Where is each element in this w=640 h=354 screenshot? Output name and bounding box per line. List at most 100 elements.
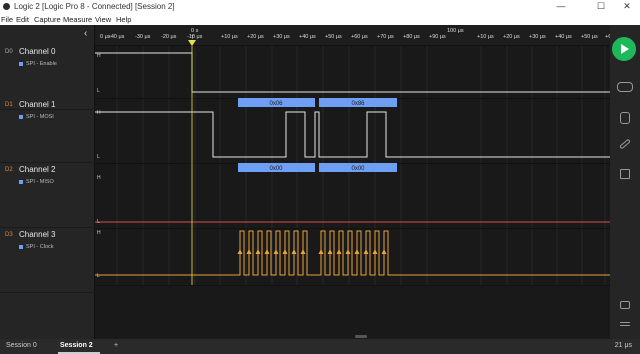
channel-number: D3 xyxy=(5,232,13,238)
analyzer-dot-icon xyxy=(19,114,23,119)
analyzer-dot-icon xyxy=(19,179,23,184)
analyzer-dot-icon xyxy=(19,61,23,66)
close-button[interactable]: ✕ xyxy=(616,0,638,13)
channel-row-1[interactable]: D1 Channel 1 SPI - MOSI xyxy=(0,98,95,163)
channel-1-waveform xyxy=(95,111,610,158)
high-label: H xyxy=(97,110,101,116)
high-label: H xyxy=(97,53,101,59)
title-bar: Logic 2 [Logic Pro 8 - Connected] [Sessi… xyxy=(0,0,640,13)
menu-icon-line xyxy=(620,325,630,326)
menu-view[interactable]: View xyxy=(95,15,111,24)
channel-name[interactable]: Channel 2 xyxy=(19,165,55,174)
clock-edge-marker-icon xyxy=(291,249,297,254)
menu-measure[interactable]: Measure xyxy=(63,15,92,24)
menu-capture[interactable]: Capture xyxy=(34,15,61,24)
app-icon xyxy=(3,3,10,10)
clock-edge-marker-icon xyxy=(273,249,279,254)
clock-edge-marker-icon xyxy=(300,249,306,254)
high-label: H xyxy=(97,175,101,181)
tick-label: +20 μs xyxy=(247,34,264,40)
clock-edge-marker-icon xyxy=(237,249,243,254)
low-label: L xyxy=(97,88,100,94)
tab-session-2[interactable]: Session 2 xyxy=(60,342,93,349)
collapse-sidebar-icon[interactable]: ‹ xyxy=(84,28,87,39)
channel-number: D1 xyxy=(5,102,13,108)
tick-label: +40 μs xyxy=(299,34,316,40)
channel-name[interactable]: Channel 0 xyxy=(19,47,55,56)
clock-edge-marker-icon xyxy=(381,249,387,254)
channel-name[interactable]: Channel 1 xyxy=(19,100,55,109)
tick-label: -20 μs xyxy=(161,34,177,40)
clock-edge-marker-icon xyxy=(336,249,342,254)
zoom-level: 21 μs xyxy=(614,342,632,349)
app-body: ‹ D0 Channel 0 SPI - Enable D1 Channel 1… xyxy=(0,25,640,354)
clock-edge-marker-icon xyxy=(282,249,288,254)
menu-icon[interactable] xyxy=(620,322,630,323)
analyzers-icon[interactable] xyxy=(620,112,630,124)
zero-time-label: 0 s xyxy=(191,28,199,34)
start-capture-button[interactable] xyxy=(612,37,636,61)
channel-number: D2 xyxy=(5,167,13,173)
channel-sidebar: ‹ D0 Channel 0 SPI - Enable D1 Channel 1… xyxy=(0,25,95,339)
menu-file[interactable]: File xyxy=(1,15,13,24)
tab-session-0[interactable]: Session 0 xyxy=(6,342,37,349)
clock-edge-marker-icon xyxy=(345,249,351,254)
tick-label: +90 μs xyxy=(429,34,446,40)
lane-separator xyxy=(95,285,610,286)
decoder-value: 0x00 xyxy=(351,166,365,172)
tick-label: -10 μs xyxy=(187,34,203,40)
tick-label: +50 μs xyxy=(581,34,598,40)
tick-label: +60 μs xyxy=(351,34,368,40)
analyzer-label: SPI - MOSI xyxy=(19,114,54,120)
analyzer-label: SPI - MISO xyxy=(19,179,54,185)
high-label: H xyxy=(97,230,101,236)
tick-label: +50 μs xyxy=(325,34,342,40)
extensions-icon[interactable] xyxy=(620,169,630,179)
channel-row-3[interactable]: D3 Channel 3 SPI - Clock xyxy=(0,228,95,293)
waveform-canvas[interactable]: -40 μs -30 μs -20 μs -10 μs +10 μs +20 μs +30 … xyxy=(95,25,614,339)
waveform-view[interactable]: -40 μs -30 μs -20 μs -10 μs +10 μs +20 μs +30 … xyxy=(95,25,614,339)
tick-label: +30 μs xyxy=(273,34,290,40)
tick-label: -40 μs xyxy=(109,34,125,40)
clock-edge-markers xyxy=(237,249,387,254)
tick-label: +30 μs xyxy=(529,34,546,40)
upper-time-label: 100 μs xyxy=(447,28,464,34)
lane-separator xyxy=(95,228,610,229)
decoder-value: 0x06 xyxy=(269,101,283,107)
measure-icon[interactable] xyxy=(619,138,631,150)
low-label: L xyxy=(97,273,100,279)
clock-edge-marker-icon xyxy=(372,249,378,254)
clock-edge-marker-icon xyxy=(363,249,369,254)
session-tab-bar: Session 0 Session 2 + 21 μs xyxy=(0,339,640,354)
channel-name[interactable]: Channel 3 xyxy=(19,230,55,239)
low-label: L xyxy=(97,154,100,160)
tick-label: -30 μs xyxy=(135,34,151,40)
minimize-button[interactable]: — xyxy=(550,0,572,13)
decoder-value: 0x86 xyxy=(351,101,365,107)
window-title: Logic 2 [Logic Pro 8 - Connected] [Sessi… xyxy=(14,2,175,11)
notes-icon[interactable] xyxy=(620,301,630,309)
analyzer-dot-icon xyxy=(19,244,23,249)
channel-number: D0 xyxy=(5,49,13,55)
clock-edge-marker-icon xyxy=(264,249,270,254)
clock-edge-marker-icon xyxy=(255,249,261,254)
menu-edit[interactable]: Edit xyxy=(16,15,29,24)
tick-label: +10 μs xyxy=(477,34,494,40)
clock-edge-marker-icon xyxy=(354,249,360,254)
decoder-value: 0x00 xyxy=(269,166,283,172)
tick-label: +10 μs xyxy=(221,34,238,40)
menu-help[interactable]: Help xyxy=(116,15,131,24)
device-icon[interactable] xyxy=(617,82,633,92)
tick-label: +20 μs xyxy=(503,34,520,40)
clock-edge-marker-icon xyxy=(246,249,252,254)
lane-separator xyxy=(95,45,610,46)
add-session-button[interactable]: + xyxy=(114,342,118,349)
analyzer-label: SPI - Clock xyxy=(19,244,54,250)
maximize-button[interactable]: ☐ xyxy=(590,0,612,13)
analyzer-label: SPI - Enable xyxy=(19,61,57,67)
channel-row-2[interactable]: D2 Channel 2 SPI - MISO xyxy=(0,163,95,228)
menu-bar: File Edit Capture Measure View Help xyxy=(0,13,640,25)
tick-label-zero: 0 μs xyxy=(100,34,111,40)
clock-edge-marker-icon xyxy=(327,249,333,254)
horizontal-scrollbar[interactable] xyxy=(355,335,367,338)
